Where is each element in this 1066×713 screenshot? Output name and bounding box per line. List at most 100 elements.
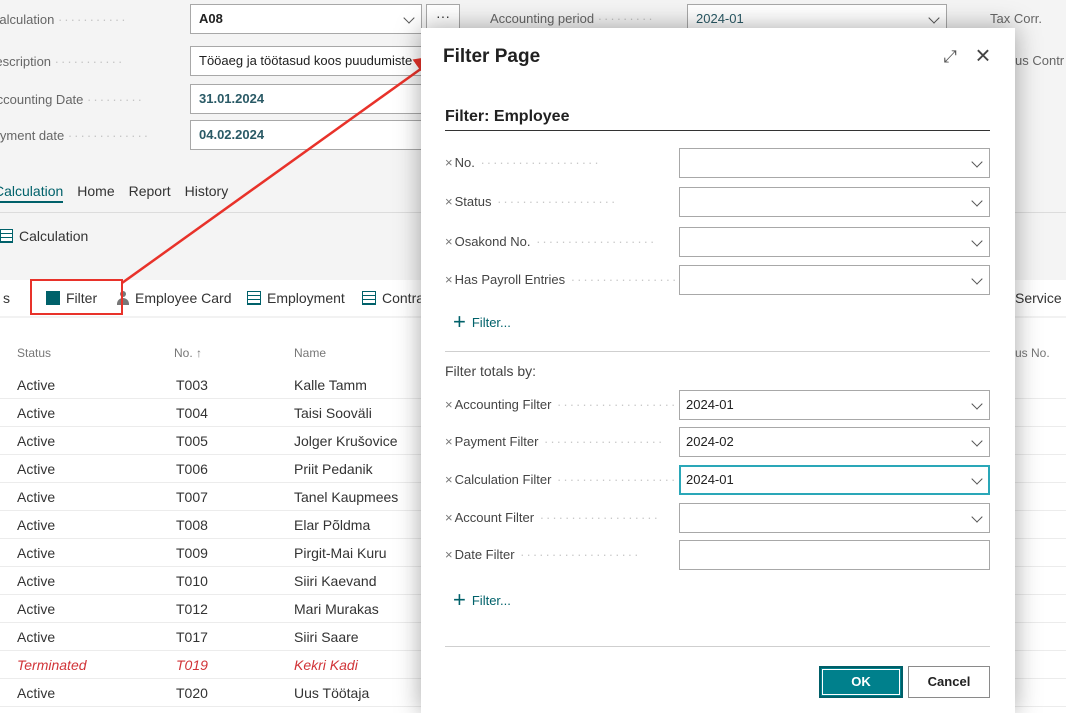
calculation-input[interactable]: A08 xyxy=(190,4,422,34)
leader-dots: ··················· xyxy=(514,547,641,562)
status-cell: Active xyxy=(17,489,56,505)
name-cell: Siiri Saare xyxy=(294,629,359,645)
tab-calculation[interactable]: Calculation xyxy=(0,183,64,203)
tab-home[interactable]: Home xyxy=(77,183,114,203)
status-contr-label: us Contr xyxy=(1015,53,1065,68)
remove-filter-icon[interactable]: × xyxy=(445,472,453,487)
add-employee-filter-link[interactable]: + Filter... xyxy=(453,309,511,334)
no-cell: T019 xyxy=(176,657,208,673)
chevron-down-icon[interactable] xyxy=(971,195,983,207)
cancel-button[interactable]: Cancel xyxy=(908,666,990,698)
filter-label-text: Account Filter xyxy=(454,510,535,525)
remove-filter-icon[interactable]: × xyxy=(445,155,453,170)
remove-filter-icon[interactable]: × xyxy=(445,397,453,412)
chevron-down-icon[interactable] xyxy=(971,473,983,485)
filter-row: × Payment Filter ··················· 2024-… xyxy=(445,427,990,457)
filter-label-text: Osakond No. xyxy=(454,234,531,249)
filter-label-text: No. xyxy=(454,155,475,170)
tab-report[interactable]: Report xyxy=(129,183,171,203)
remove-filter-icon[interactable]: × xyxy=(445,434,453,449)
chevron-down-icon[interactable] xyxy=(971,435,983,447)
payment-date-input[interactable]: 04.02.2024 xyxy=(190,120,430,150)
status-cell: Active xyxy=(17,517,56,533)
status-cell: Active xyxy=(17,433,56,449)
filter-value: 2024-02 xyxy=(686,434,734,449)
filter-label: × Payment Filter ··················· xyxy=(445,434,675,449)
filter-value-input[interactable] xyxy=(679,503,990,533)
filter-value-input[interactable] xyxy=(679,227,990,257)
filter-label: × Date Filter ··················· xyxy=(445,547,675,562)
name-cell: Jolger Krušovice xyxy=(294,433,398,449)
service-button[interactable]: Service F xyxy=(1015,280,1066,316)
close-icon[interactable]: × xyxy=(971,42,995,68)
column-header-status[interactable]: Status xyxy=(17,346,51,360)
remove-filter-icon[interactable]: × xyxy=(445,194,453,209)
description-input[interactable]: Tööaeg ja töötasud koos puudumiste xyxy=(190,46,430,76)
chevron-down-icon[interactable] xyxy=(971,511,983,523)
no-cell: T003 xyxy=(176,377,208,393)
status-cell: Terminated xyxy=(17,657,87,673)
add-totals-filter-link[interactable]: + Filter... xyxy=(453,589,511,611)
no-cell: T006 xyxy=(176,461,208,477)
expand-icon[interactable]: ⤢ xyxy=(940,47,960,67)
field-calculation: Calculation ··········· A08 ··· xyxy=(0,4,470,34)
filter-row: × Osakond No. ··················· xyxy=(445,227,990,257)
filter-label-text: Payment Filter xyxy=(454,434,539,449)
filter-value-input[interactable] xyxy=(679,187,990,217)
toolbar-cut-item[interactable]: s xyxy=(3,280,10,316)
filter-label-text: Status xyxy=(454,194,492,209)
status-cell: Active xyxy=(17,629,56,645)
name-cell: Tanel Kaupmees xyxy=(294,489,399,505)
leader-dots: ··················· xyxy=(570,272,675,287)
document-icon xyxy=(247,291,261,305)
filter-label: × Account Filter ··················· xyxy=(445,510,675,525)
filter-label: × Status ··················· xyxy=(445,194,675,209)
divider xyxy=(445,351,990,352)
calculation-action-button[interactable]: Calculation xyxy=(0,228,88,244)
no-cell: T017 xyxy=(176,629,208,645)
tab-history[interactable]: History xyxy=(185,183,229,203)
field-accounting-date: Accounting Date ········· 31.01.2024 xyxy=(0,84,470,114)
column-header-no[interactable]: No. ↑ xyxy=(174,346,202,360)
filter-label: × Accounting Filter ··················· xyxy=(445,397,675,412)
employee-card-label: Employee Card xyxy=(135,290,232,306)
filter-value-input[interactable] xyxy=(679,148,990,178)
filter-label: ×Has Payroll Entries ··················· xyxy=(445,272,675,287)
chevron-down-icon[interactable] xyxy=(971,398,983,410)
remove-filter-icon[interactable]: × xyxy=(445,272,453,287)
no-cell: T007 xyxy=(176,489,208,505)
filter-label-text: Calculation Filter xyxy=(454,472,552,487)
name-cell: Mari Murakas xyxy=(294,601,379,617)
section-underline xyxy=(445,130,990,131)
ok-button[interactable]: OK xyxy=(819,666,903,698)
calculator-icon xyxy=(0,229,13,243)
chevron-down-icon[interactable] xyxy=(971,156,983,168)
status-cell: Active xyxy=(17,573,56,589)
chevron-down-icon[interactable] xyxy=(971,273,983,285)
employment-button[interactable]: Employment xyxy=(247,280,345,316)
chevron-down-icon[interactable] xyxy=(971,235,983,247)
filter-value-input[interactable]: 2024-01 xyxy=(679,390,990,420)
column-header-right[interactable]: us No. xyxy=(1015,346,1050,360)
name-cell: Elar Põldma xyxy=(294,517,371,533)
filter-value-input[interactable] xyxy=(679,540,990,570)
plus-icon: + xyxy=(453,309,466,334)
no-cell: T004 xyxy=(176,405,208,421)
filter-label: × Osakond No. ··················· xyxy=(445,234,675,249)
filter-value-input[interactable]: 2024-01 xyxy=(679,465,990,495)
remove-filter-icon[interactable]: × xyxy=(445,510,453,525)
filter-value-input[interactable]: 2024-02 xyxy=(679,427,990,457)
filter-value-input[interactable] xyxy=(679,265,990,295)
name-cell: Priit Pedanik xyxy=(294,461,373,477)
accounting-date-input[interactable]: 31.01.2024 xyxy=(190,84,430,114)
add-filter-label: Filter... xyxy=(471,314,511,330)
status-cell: Active xyxy=(17,377,56,393)
field-label: Accounting Date ········· xyxy=(0,91,144,107)
leader-dots: ··················· xyxy=(491,194,618,209)
employee-card-button[interactable]: Employee Card xyxy=(117,280,232,316)
section-title-employee: Filter: Employee xyxy=(445,108,570,125)
column-header-name[interactable]: Name xyxy=(294,346,326,360)
remove-filter-icon[interactable]: × xyxy=(445,234,453,249)
no-cell: T020 xyxy=(176,685,208,701)
remove-filter-icon[interactable]: × xyxy=(445,547,453,562)
